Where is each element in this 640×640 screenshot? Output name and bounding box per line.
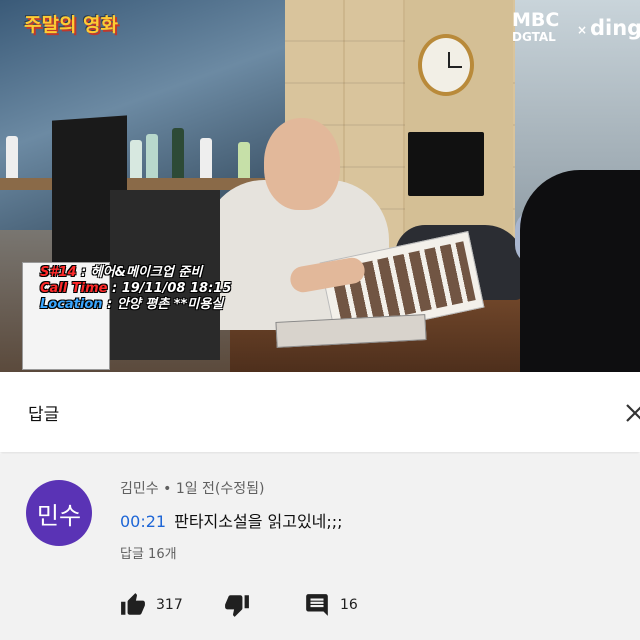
broadcaster-sub: DGTAL xyxy=(512,30,556,44)
product-bottle xyxy=(238,142,250,178)
comment-time: 1일 전(수정됨) xyxy=(175,481,265,497)
video-player[interactable]: 주말의 영화 MBC DGTAL × dinga S#14 : 헤어&메이크업 … xyxy=(0,0,640,372)
timestamp-link[interactable]: 00:21 xyxy=(120,512,166,531)
product-bottle xyxy=(172,128,184,178)
broadcaster-partner: dinga xyxy=(590,16,640,40)
like-button[interactable]: 317 xyxy=(120,592,183,618)
clock-minute-hand xyxy=(448,66,462,68)
reply-count[interactable]: 답글 16개 xyxy=(120,543,177,562)
calltime-label: Call Time xyxy=(40,281,108,296)
location-row: Location : 안양 평촌 **미용실 xyxy=(40,297,231,313)
location-value: : 안양 평촌 **미용실 xyxy=(102,297,224,312)
product-bottle xyxy=(6,136,18,178)
comment-body: 00:21 판타지소설을 읽고있네;;; xyxy=(120,508,343,532)
display-box xyxy=(408,132,484,196)
meta-separator: • xyxy=(158,481,176,497)
thumbs-up-icon xyxy=(121,593,145,615)
product-bottle xyxy=(200,138,212,178)
channel-logo: 주말의 영화 xyxy=(24,14,119,36)
comment-actions: 317 16 xyxy=(0,592,640,622)
panel-header: 답글 xyxy=(0,372,640,452)
panel-title: 답글 xyxy=(28,405,60,425)
wall-clock xyxy=(418,34,474,96)
person-head xyxy=(264,118,340,210)
product-bottle xyxy=(146,134,158,178)
comment-author[interactable]: 김민수 xyxy=(120,481,159,497)
dislike-button[interactable] xyxy=(224,592,250,618)
replies-panel: 답글 민수 김민수 • 1일 전(수정됨) 00:21 판타지소설을 읽고있네;;… xyxy=(0,372,640,640)
scene-value: : 헤어&메이크업 준비 xyxy=(76,265,203,280)
product-bottle xyxy=(130,140,142,178)
comment-thread: 민수 김민수 • 1일 전(수정됨) 00:21 판타지소설을 읽고있네;;; 답… xyxy=(0,454,640,640)
broadcaster-x: × xyxy=(577,23,588,37)
broadcaster-logo: MBC DGTAL × dinga xyxy=(512,9,640,44)
like-count: 317 xyxy=(156,597,183,613)
calltime-row: Call Time : 19/11/08 18:15 xyxy=(40,281,231,297)
reply-button[interactable]: 16 xyxy=(304,592,358,618)
thumbs-down-icon xyxy=(225,595,249,617)
scene-caption: S#14 : 헤어&메이크업 준비 Call Time : 19/11/08 1… xyxy=(40,265,231,313)
comment-icon xyxy=(306,594,328,616)
scene-row: S#14 : 헤어&메이크업 준비 xyxy=(40,265,231,281)
avatar[interactable]: 민수 xyxy=(26,480,92,546)
comment-meta: 김민수 • 1일 전(수정됨) xyxy=(120,478,265,498)
close-icon xyxy=(626,404,640,422)
location-label: Location xyxy=(40,297,103,312)
comment-text: 판타지소설을 읽고있네;;; xyxy=(174,512,343,531)
foreground-hair xyxy=(520,170,640,372)
scene-label: S#14 xyxy=(40,265,77,280)
screenshot-frame: 주말의 영화 MBC DGTAL × dinga S#14 : 헤어&메이크업 … xyxy=(0,0,640,640)
broadcaster-main: MBC xyxy=(512,9,560,31)
reply-count-number: 16 xyxy=(340,597,358,613)
calltime-value: : 19/11/08 18:15 xyxy=(107,281,232,296)
close-button[interactable] xyxy=(620,398,640,428)
